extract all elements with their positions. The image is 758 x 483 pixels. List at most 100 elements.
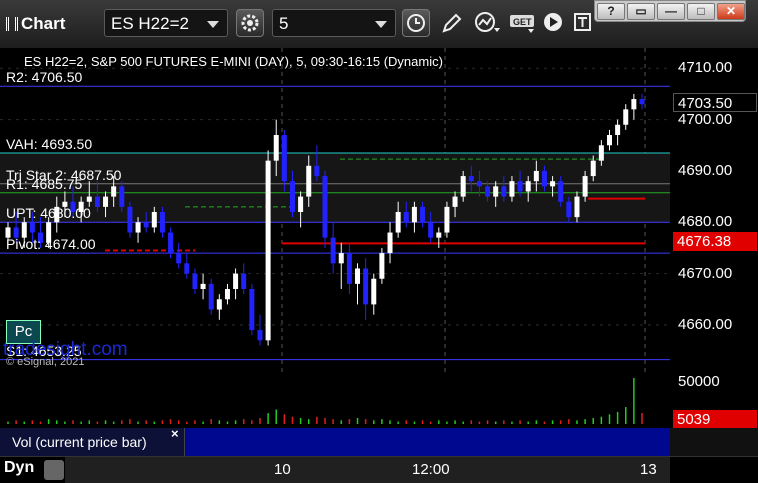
time-tick-label: 12:00 — [412, 461, 450, 478]
candle-body — [306, 165, 312, 197]
candle-body — [322, 176, 328, 238]
candle-body — [493, 186, 499, 197]
candle-body — [355, 268, 361, 284]
candle-body — [86, 196, 92, 202]
gear-button[interactable] — [236, 9, 264, 37]
candle-body — [257, 330, 263, 341]
candle-body — [216, 299, 222, 310]
candle-body — [168, 232, 174, 254]
candle-body — [346, 253, 352, 284]
candle-body — [420, 206, 426, 223]
candle-body — [582, 176, 588, 197]
candle-body — [468, 176, 474, 182]
candle-body — [550, 181, 556, 187]
candle-body — [338, 253, 344, 264]
candle-body — [436, 232, 442, 238]
chevron-down-icon — [375, 21, 387, 28]
symbol-input[interactable]: ES H22=2 — [104, 9, 228, 37]
candle-body — [452, 196, 458, 207]
price-tick-label: 4660.00 — [678, 315, 733, 333]
window-controls: ? ▭ — □ ✕ — [594, 0, 746, 22]
candle-body — [395, 212, 401, 233]
time-axis-bar: Dyn 10 12:00 13 — [0, 456, 758, 483]
candle-body — [574, 196, 580, 218]
volume-panel-bar: Vol (current price bar) × — [0, 426, 670, 456]
current-price-box: 4703.50 — [673, 92, 757, 112]
candle-body — [184, 263, 190, 274]
volume-chart[interactable] — [0, 372, 670, 428]
candle-body — [192, 273, 198, 289]
price-chart-svg — [0, 48, 670, 372]
candle-body — [314, 165, 320, 177]
price-tick-label: 4710.00 — [678, 59, 733, 77]
candle-body — [639, 99, 645, 105]
candle-body — [403, 212, 409, 223]
candle-body — [127, 206, 133, 233]
price-axis[interactable]: 4710.00 4700.00 4690.00 4680.00 4670.00 4660.… — [670, 48, 758, 372]
candle-body — [444, 206, 450, 233]
candle-body — [631, 99, 637, 110]
candle-body — [151, 212, 157, 228]
volume-study-tab[interactable]: Vol (current price bar) × — [0, 426, 185, 456]
play-button[interactable] — [540, 9, 568, 37]
candle-body — [525, 181, 531, 192]
candle-body — [224, 289, 230, 300]
close-button[interactable]: ✕ — [717, 3, 745, 20]
red-price-box: 4676.38 — [673, 231, 757, 251]
candle-body — [590, 160, 596, 177]
get-button[interactable]: GET — [506, 9, 534, 37]
pencil-button[interactable] — [438, 9, 466, 37]
price-tick-label: 4700.00 — [678, 110, 733, 128]
candle-body — [249, 289, 255, 331]
gear-icon — [241, 14, 259, 32]
level-label: R1: 4685.75 — [6, 175, 83, 192]
minimize-button[interactable]: — — [657, 3, 685, 20]
candle-body — [428, 222, 434, 238]
time-axis[interactable]: 10 12:00 13 — [65, 457, 670, 483]
price-tick-label: 4680.00 — [678, 213, 733, 231]
candle-body — [411, 206, 417, 223]
candle-body — [94, 196, 100, 207]
candle-body — [541, 170, 547, 187]
candle-body — [501, 186, 507, 197]
interval-input[interactable]: 5 — [272, 9, 396, 37]
level-label: VAH: 4693.50 — [6, 135, 93, 152]
time-tick-label: 13 — [640, 461, 657, 478]
candle-body — [330, 237, 336, 264]
candle-body — [233, 273, 239, 289]
candle-body — [241, 273, 247, 289]
copyright-text: © eSignal, 2021 — [6, 356, 85, 368]
price-tick-label: 4690.00 — [678, 161, 733, 179]
clock-icon — [407, 14, 425, 32]
volume-tick-label: 50000 — [678, 373, 720, 390]
volume-axis-panel — [670, 428, 758, 456]
candle-body — [159, 212, 165, 233]
restore-layout-button[interactable]: ▭ — [627, 3, 655, 20]
candle-body — [509, 181, 515, 197]
dynamic-label[interactable]: Dyn — [4, 459, 34, 477]
cursor-button[interactable] — [472, 9, 500, 37]
candle-body — [623, 109, 629, 125]
price-chart[interactable]: ES H22=2, S&P 500 FUTURES E-MINI (DAY), … — [0, 48, 670, 372]
candle-body — [176, 253, 182, 264]
candle-body — [135, 222, 141, 233]
candle-body — [281, 135, 287, 182]
lock-icon[interactable] — [44, 460, 64, 480]
candle-body — [371, 278, 377, 305]
close-icon[interactable]: × — [171, 426, 179, 441]
candle-body — [111, 186, 117, 197]
candle-body — [615, 124, 621, 135]
candle-body — [143, 222, 149, 228]
level-label: R2: 4706.50 — [6, 69, 83, 86]
candle-body — [265, 160, 271, 341]
get-icon: GET — [510, 15, 534, 33]
help-button[interactable]: ? — [597, 3, 625, 20]
maximize-button[interactable]: □ — [687, 3, 715, 20]
toolbar: Chart ES H22=2 5 GET ? ▭ — □ ✕ — [0, 0, 758, 48]
clock-button[interactable] — [402, 9, 430, 37]
pencil-icon — [442, 13, 462, 33]
candle-body — [387, 232, 393, 254]
chart-window-icon — [6, 17, 18, 31]
candle-body — [289, 181, 295, 212]
candle-body — [379, 253, 385, 279]
